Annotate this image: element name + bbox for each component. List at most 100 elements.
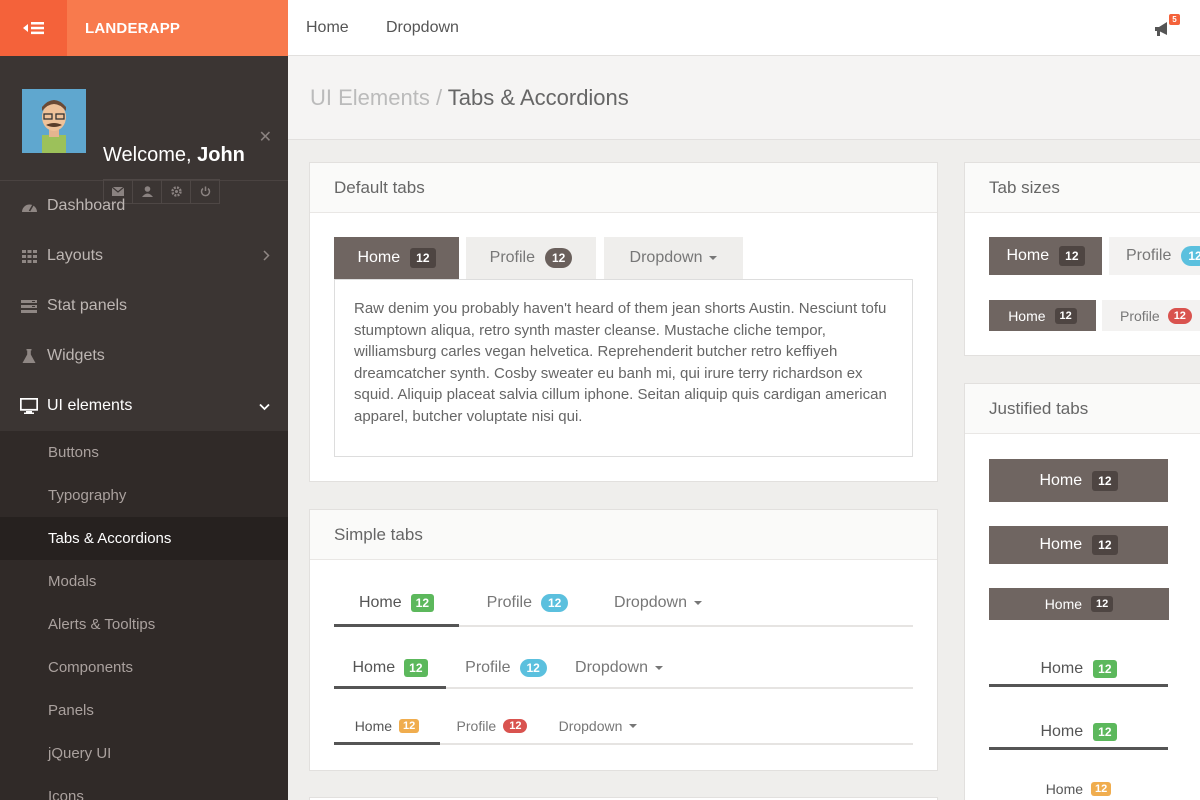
- simple-tabs-panel: Simple tabs Home 12 Profile 12 Dropdown …: [309, 509, 938, 771]
- tab-dropdown[interactable]: Dropdown: [566, 659, 672, 677]
- submenu-item-modals[interactable]: Modals: [0, 560, 288, 603]
- sidebar-item-widgets[interactable]: Widgets: [0, 331, 288, 381]
- active-tab-indicator: [334, 686, 446, 689]
- chevron-right-icon: [263, 248, 270, 266]
- panel-title: Default tabs: [310, 163, 937, 213]
- top-navbar: Home Dropdown 5: [288, 0, 1200, 56]
- tab-home[interactable]: Home 12: [334, 237, 459, 279]
- tab-home[interactable]: Home 12: [334, 594, 459, 612]
- sidebar-nav: Dashboard Layouts Stat panels Widgets UI…: [0, 181, 288, 800]
- submenu-item-typography[interactable]: Typography: [0, 474, 288, 517]
- avatar[interactable]: [22, 89, 86, 153]
- tab-label: Home: [352, 659, 396, 676]
- justified-tab-home[interactable]: Home 12: [989, 526, 1168, 564]
- submenu-item-components[interactable]: Components: [0, 646, 288, 689]
- monitor-icon: [20, 397, 38, 415]
- justified-tab-home[interactable]: Home 12: [989, 459, 1168, 502]
- notifications-button[interactable]: 5: [1154, 14, 1180, 40]
- menu-icon: [22, 22, 44, 35]
- topnav-home-link[interactable]: Home: [306, 19, 349, 37]
- tab-badge: 12: [1181, 246, 1200, 266]
- tab-label: Dropdown: [575, 659, 648, 676]
- submenu-item-jquery-ui[interactable]: jQuery UI: [0, 732, 288, 775]
- justified-tab-home[interactable]: Home 12: [989, 588, 1169, 620]
- tab-label: Profile: [1120, 307, 1160, 324]
- menu-toggle-button[interactable]: [0, 0, 67, 56]
- justified-simple-tab-home[interactable]: Home 12: [989, 778, 1168, 800]
- tab-profile[interactable]: Profile 12: [1102, 300, 1200, 331]
- tab-label: Profile: [486, 594, 532, 611]
- caret-down-icon: [654, 666, 663, 670]
- tab-home[interactable]: Home 12: [989, 300, 1096, 331]
- sidebar-item-label: Dashboard: [47, 197, 126, 214]
- tab-label: Home: [358, 594, 402, 611]
- tab-home[interactable]: Home 12: [334, 718, 440, 734]
- tab-home[interactable]: Home 12: [334, 659, 446, 677]
- tab-label: Home: [1044, 596, 1083, 612]
- brand-name[interactable]: LANDERAPP: [67, 0, 288, 56]
- tab-badge: 12: [1059, 246, 1085, 266]
- sidebar-item-label: Widgets: [47, 347, 105, 364]
- avatar-image: [22, 89, 86, 153]
- tab-badge: 12: [1091, 782, 1112, 796]
- simple-tabs-nav-medium: Home 12 Profile 12 Dropdown: [334, 659, 672, 677]
- tab-profile[interactable]: Profile 12: [446, 659, 566, 677]
- user-profile: ✕ Welcome, John: [0, 56, 288, 204]
- tab-profile[interactable]: Profile 12: [466, 237, 596, 279]
- justified-simple-tab-home[interactable]: Home 12: [989, 654, 1168, 684]
- panel-title: Justified tabs: [965, 384, 1200, 434]
- submenu-item-alerts-tooltips[interactable]: Alerts & Tooltips: [0, 603, 288, 646]
- tab-home[interactable]: Home 12: [989, 237, 1102, 275]
- sidebar-item-ui-elements[interactable]: UI elements: [0, 381, 288, 431]
- tab-dropdown[interactable]: Dropdown: [544, 718, 652, 734]
- tab-dropdown[interactable]: Dropdown: [596, 594, 720, 612]
- sidebar-item-label: Layouts: [47, 247, 104, 264]
- page-title: Tabs & Accordions: [447, 85, 629, 110]
- justified-tabs-panel: Justified tabs Home 12 Home 12 Home 12 H…: [964, 383, 1200, 800]
- dashboard-icon: [20, 197, 38, 215]
- tab-label: Home: [1008, 307, 1046, 324]
- sidebar-item-stat-panels[interactable]: Stat panels: [0, 281, 288, 331]
- tab-profile[interactable]: Profile 12: [1109, 237, 1200, 275]
- sidebar-item-dashboard[interactable]: Dashboard: [0, 181, 288, 231]
- ui-elements-submenu: Buttons Typography Tabs & Accordions Mod…: [0, 431, 288, 800]
- submenu-item-icons[interactable]: Icons: [0, 775, 288, 800]
- tab-badge: 12: [1167, 307, 1192, 324]
- sidebar-item-label: Stat panels: [47, 297, 128, 314]
- tab-sizes-small: Home 12 Profile 12: [989, 300, 1200, 331]
- justified-simple-tab-home[interactable]: Home 12: [989, 717, 1168, 747]
- active-tab-indicator: [334, 742, 440, 745]
- tab-label: Home: [1045, 781, 1084, 797]
- simple-tabs-nav-large: Home 12 Profile 12 Dropdown: [334, 594, 720, 612]
- breadcrumb-parent[interactable]: UI Elements: [310, 85, 430, 110]
- tab-profile[interactable]: Profile 12: [440, 718, 544, 734]
- topnav-dropdown-link[interactable]: Dropdown: [386, 19, 459, 37]
- submenu-item-buttons[interactable]: Buttons: [0, 431, 288, 474]
- tab-label: Dropdown: [614, 594, 687, 611]
- chevron-down-icon: [259, 398, 270, 416]
- tab-sizes-panel: Tab sizes Home 12 Profile 12 Home 12 Pro…: [964, 162, 1200, 356]
- default-tabs-nav: Home 12 Profile 12 Dropdown: [334, 237, 743, 279]
- tab-badge: 12: [1054, 307, 1077, 324]
- tab-dropdown[interactable]: Dropdown: [604, 237, 743, 279]
- active-tab-indicator: [989, 747, 1168, 750]
- tab-sizes-large: Home 12 Profile 12: [989, 237, 1200, 275]
- tab-badge: 12: [1092, 470, 1118, 491]
- tab-label: Profile: [465, 659, 511, 676]
- tab-profile[interactable]: Profile 12: [459, 594, 596, 612]
- panel-title: Tab sizes: [965, 163, 1200, 213]
- tab-label: Home: [1040, 723, 1084, 740]
- caret-down-icon: [709, 256, 718, 260]
- tab-badge: 12: [1092, 535, 1118, 555]
- sidebar: LANDERAPP ✕ Welcome, John Dashboard Layo…: [0, 0, 288, 800]
- simple-tabs-nav-small: Home 12 Profile 12 Dropdown: [334, 718, 652, 734]
- sidebar-item-layouts[interactable]: Layouts: [0, 231, 288, 281]
- greeting: Welcome,: [103, 144, 192, 166]
- submenu-item-panels[interactable]: Panels: [0, 689, 288, 732]
- active-tab-indicator: [334, 624, 459, 627]
- close-icon[interactable]: ✕: [259, 127, 272, 147]
- sidebar-item-label: UI elements: [47, 397, 133, 414]
- tab-label: Home: [354, 718, 393, 734]
- submenu-item-tabs-accordions[interactable]: Tabs & Accordions: [0, 517, 288, 560]
- tab-badge: 12: [1091, 596, 1114, 612]
